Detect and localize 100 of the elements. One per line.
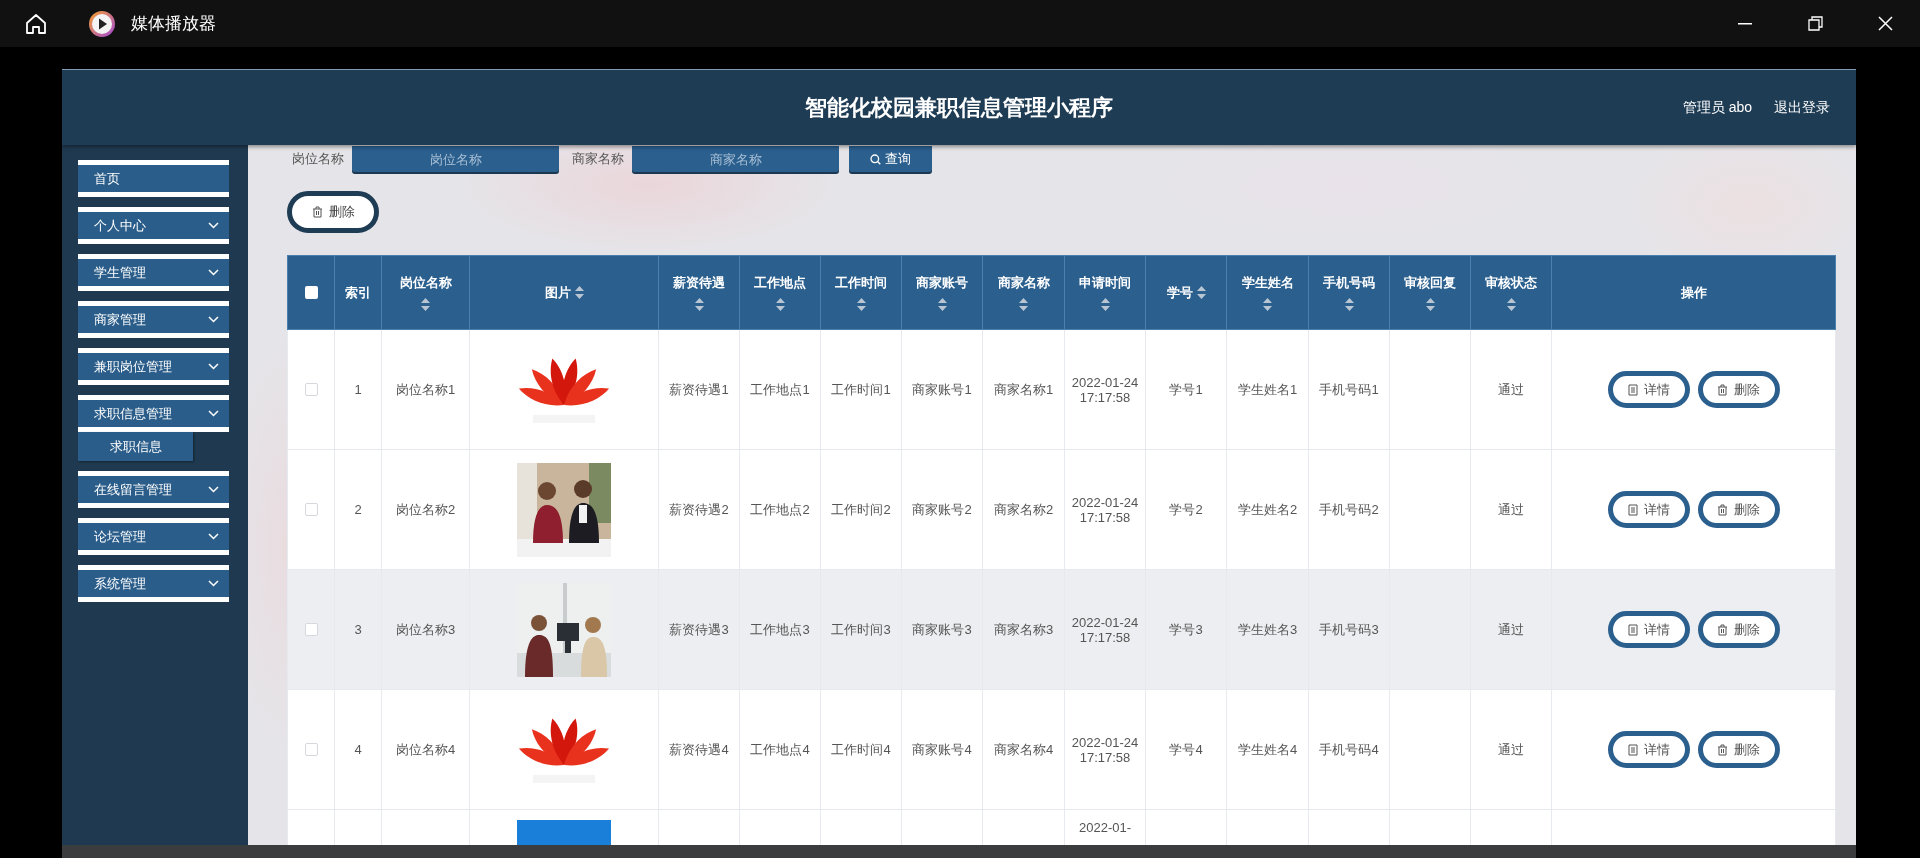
row-checkbox[interactable] xyxy=(304,623,318,636)
submenu-item[interactable]: 求职信息 xyxy=(78,432,193,461)
play-logo-icon xyxy=(88,9,116,38)
document-icon xyxy=(1627,383,1638,396)
delete-button[interactable]: 删除 xyxy=(1697,491,1780,528)
table-cell: 岗位名称3 xyxy=(395,621,456,637)
table-cell: 岗位名称2 xyxy=(395,501,456,517)
sort-icon[interactable] xyxy=(1263,298,1272,311)
delete-button[interactable]: 删除 xyxy=(287,191,379,233)
table-cell: 通过 xyxy=(1498,381,1524,397)
sidebar-item[interactable]: 个人中心 xyxy=(78,207,229,244)
sort-icon[interactable] xyxy=(856,298,866,311)
sort-icon[interactable] xyxy=(1425,298,1435,311)
sort-icon[interactable] xyxy=(1506,298,1516,311)
table-cell: 商家名称4 xyxy=(993,741,1054,757)
sort-icon[interactable] xyxy=(1100,298,1110,311)
table-cell: 2022-01- xyxy=(1078,820,1131,835)
table-cell: 薪资待遇2 xyxy=(669,501,729,517)
table-cell: 学生姓名2 xyxy=(1237,501,1298,517)
chevron-down-icon xyxy=(208,222,219,229)
delete-button[interactable]: 删除 xyxy=(1697,611,1780,648)
logout-link[interactable]: 退出登录 xyxy=(1774,98,1830,117)
column-header[interactable]: 操作 xyxy=(1680,283,1707,302)
sort-icon[interactable] xyxy=(421,298,430,311)
chevron-down-icon xyxy=(208,363,219,370)
table-cell: 工作时间1 xyxy=(831,381,891,397)
details-button[interactable]: 详情 xyxy=(1607,491,1690,528)
sort-icon[interactable] xyxy=(937,298,947,311)
sidebar-item[interactable]: 兼职岗位管理 xyxy=(78,348,229,385)
table-cell: 1 xyxy=(354,382,362,397)
details-button[interactable]: 详情 xyxy=(1607,371,1690,408)
table-cell: 2022-01-24 17:17:58 xyxy=(1071,494,1139,525)
trash-icon xyxy=(1717,383,1728,396)
document-icon xyxy=(1627,743,1638,756)
table-cell: 2022-01-24 17:17:58 xyxy=(1071,614,1139,645)
table-cell: 4 xyxy=(354,742,362,757)
chevron-down-icon xyxy=(208,316,219,323)
sort-icon[interactable] xyxy=(775,298,785,311)
table-cell: 工作地点1 xyxy=(750,381,810,397)
sidebar-item[interactable]: 系统管理 xyxy=(78,565,229,602)
table-cell: 通过 xyxy=(1498,741,1524,757)
column-header[interactable]: 图片 xyxy=(544,283,584,302)
search-field[interactable]: 岗位名称 xyxy=(352,146,559,172)
sort-icon[interactable] xyxy=(1196,286,1206,299)
chevron-down-icon xyxy=(208,269,219,276)
table-cell: 商家账号1 xyxy=(912,381,972,397)
sidebar-item[interactable]: 首页 xyxy=(78,160,229,197)
table-cell: 2 xyxy=(354,502,362,517)
sidebar-item[interactable]: 商家管理 xyxy=(78,301,229,338)
table-cell: 工作地点3 xyxy=(750,621,810,637)
sort-icon[interactable] xyxy=(574,286,584,299)
row-checkbox[interactable] xyxy=(304,743,318,756)
chevron-down-icon xyxy=(208,410,219,417)
home-icon[interactable] xyxy=(24,11,48,36)
table-cell: 工作时间4 xyxy=(831,741,891,757)
document-icon xyxy=(1627,503,1638,516)
field-label: 商家名称 xyxy=(572,150,624,168)
table-cell: 薪资待遇3 xyxy=(669,621,729,637)
table-cell: 学生姓名3 xyxy=(1237,621,1298,637)
sort-icon[interactable] xyxy=(694,298,704,311)
details-button[interactable]: 详情 xyxy=(1607,611,1690,648)
sidebar-item[interactable]: 学生管理 xyxy=(78,254,229,291)
app-title: 智能化校园兼职信息管理小程序 xyxy=(805,94,1113,120)
document-icon xyxy=(1627,623,1638,636)
delete-button[interactable]: 删除 xyxy=(1697,731,1780,768)
trash-icon xyxy=(1717,743,1728,756)
details-button[interactable]: 详情 xyxy=(1607,731,1690,768)
table-cell: 2022-01-24 17:17:58 xyxy=(1071,374,1139,405)
search-field[interactable]: 商家名称 xyxy=(632,146,839,172)
table-cell: 手机号码2 xyxy=(1319,501,1379,517)
delete-button[interactable]: 删除 xyxy=(1697,371,1780,408)
sidebar-item[interactable]: 论坛管理 xyxy=(78,518,229,555)
select-all-checkbox[interactable] xyxy=(304,286,318,299)
table-cell: 商家名称2 xyxy=(993,501,1054,517)
table-cell: 学号2 xyxy=(1169,501,1203,517)
table-cell: 学生姓名1 xyxy=(1237,381,1298,397)
user-label: 管理员 abo xyxy=(1682,98,1752,117)
sidebar-item[interactable]: 求职信息管理 xyxy=(78,395,229,432)
column-header[interactable]: 学号 xyxy=(1166,283,1206,302)
search-button[interactable]: 查询 xyxy=(849,146,932,172)
sort-icon[interactable] xyxy=(1019,298,1028,311)
sidebar-item[interactable]: 在线留言管理 xyxy=(78,471,229,508)
column-header[interactable]: 索引 xyxy=(345,283,371,302)
table-cell: 商家名称1 xyxy=(993,381,1054,397)
table-cell: 工作地点2 xyxy=(750,501,810,517)
field-label: 岗位名称 xyxy=(292,150,344,168)
row-checkbox[interactable] xyxy=(304,383,318,396)
table-cell: 通过 xyxy=(1498,621,1524,637)
table-cell: 商家名称3 xyxy=(993,621,1054,637)
trash-icon xyxy=(1717,503,1728,516)
chevron-down-icon xyxy=(208,533,219,540)
table-cell: 商家账号4 xyxy=(912,741,972,757)
sort-icon[interactable] xyxy=(1344,298,1354,311)
table-cell: 商家账号2 xyxy=(912,501,972,517)
row-checkbox[interactable] xyxy=(304,503,318,516)
chevron-down-icon xyxy=(208,486,219,493)
table-cell: 商家账号3 xyxy=(912,621,972,637)
table-cell: 学号1 xyxy=(1169,381,1203,397)
table-cell: 通过 xyxy=(1498,501,1524,517)
table-cell: 工作时间2 xyxy=(831,501,891,517)
